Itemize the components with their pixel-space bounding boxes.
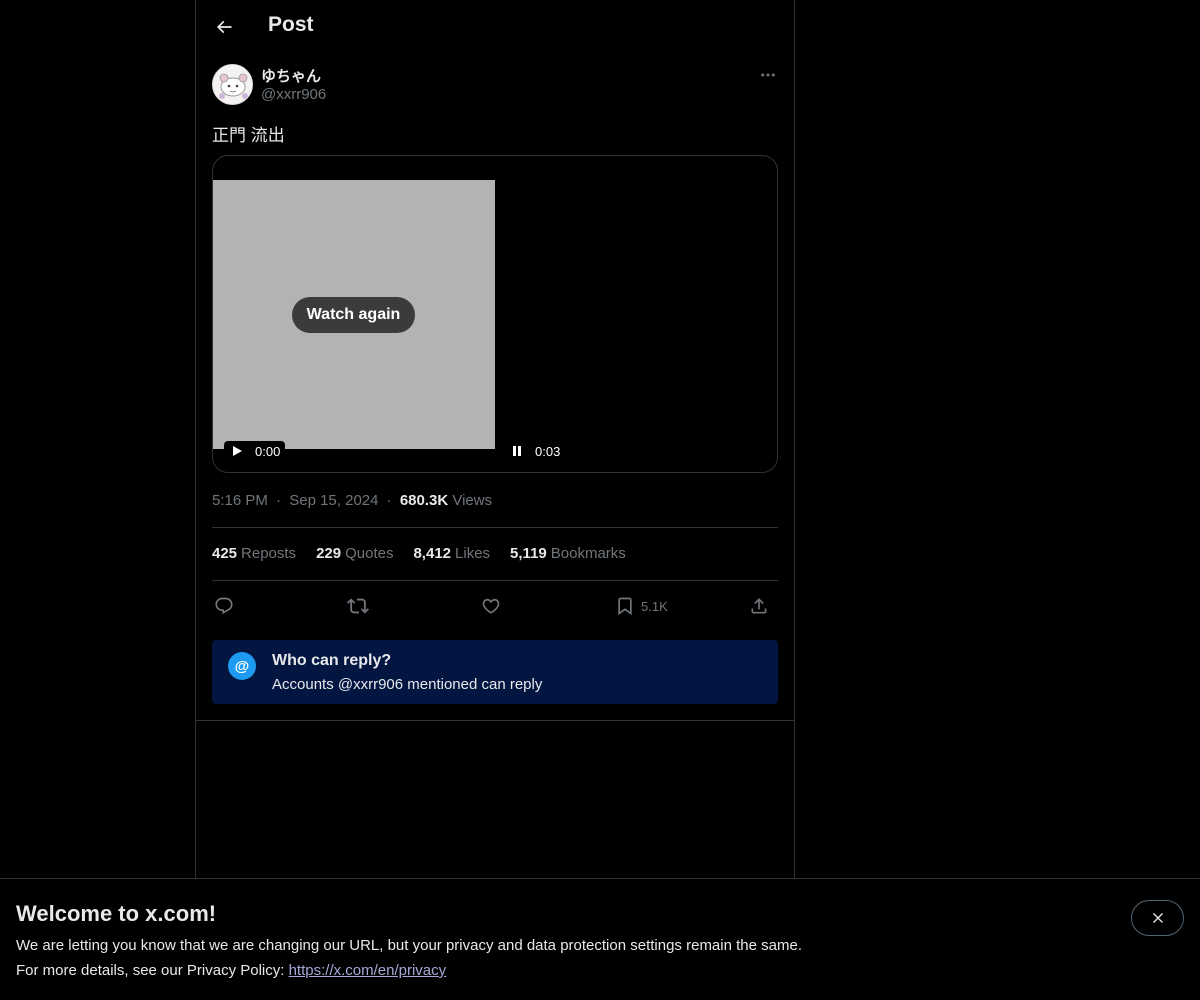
watch-again-button[interactable]: Watch again (292, 297, 415, 333)
bookmark-count: 5.1K (641, 598, 668, 614)
reply-icon (215, 597, 233, 615)
stat-label: Quotes (345, 545, 394, 562)
privacy-policy-link[interactable]: https://x.com/en/privacy (289, 962, 447, 979)
meta-separator: · (276, 492, 282, 509)
banner-text: We are letting you know that we are chan… (16, 937, 802, 954)
avatar[interactable] (212, 64, 253, 105)
banner-title: Welcome to x.com! (16, 901, 217, 926)
video-time-left: 0:00 (255, 443, 281, 459)
like-button[interactable] (481, 593, 501, 619)
avatar-image (213, 65, 252, 104)
repost-icon (347, 598, 369, 614)
stat-likes[interactable]: 8,412 Likes (413, 545, 490, 562)
post-meta: 5:16 PM · Sep 15, 2024 · 680.3K Views (212, 492, 492, 509)
views-count: 680.3K (399, 492, 449, 509)
reply-restriction-title: Who can reply? (272, 652, 392, 669)
pause-icon (513, 446, 521, 456)
video-frame[interactable]: Watch again (213, 180, 495, 449)
share-button[interactable] (749, 593, 769, 619)
repost-button[interactable] (347, 593, 369, 619)
banner-text-privacy: For more details, see our Privacy Policy… (16, 962, 446, 979)
stat-quotes[interactable]: 229 Quotes (316, 545, 393, 562)
stat-reposts[interactable]: 425 Reposts (212, 545, 296, 562)
post-stats: 425 Reposts 229 Quotes 8,412 Likes 5,119 Boo… (212, 545, 626, 562)
video-controls-left: 0:00 (224, 441, 286, 461)
close-icon (1152, 913, 1163, 923)
divider (212, 527, 778, 528)
main-column: Post ゆちゃん @xxrr906 正門 流出 Watch again 0:0… (195, 0, 795, 878)
post-header: Post (196, 0, 794, 54)
bookmark-button[interactable]: 5.1K (615, 593, 668, 619)
display-name[interactable]: ゆちゃん (261, 65, 321, 86)
video-controls-right: 0:03 (509, 441, 560, 461)
views-label: Views (452, 492, 493, 509)
reply-restriction-subtitle: Accounts @xxrr906 mentioned can reply (272, 676, 543, 693)
divider (196, 720, 794, 721)
bookmark-icon (618, 597, 632, 616)
play-icon (233, 446, 242, 456)
pause-button[interactable] (509, 443, 525, 459)
meta-separator: · (386, 492, 392, 509)
play-button[interactable] (229, 443, 245, 459)
post-text: 正門 流出 (212, 126, 285, 145)
user-handle[interactable]: @xxrr906 (261, 86, 326, 103)
stat-count: 5,119 (510, 545, 547, 562)
stat-label: Likes (455, 545, 491, 562)
stat-count: 425 (212, 545, 238, 562)
at-sign-icon: @ (228, 652, 256, 680)
page-title: Post (268, 13, 314, 36)
arrow-left-icon (216, 20, 232, 34)
stat-label: Bookmarks (550, 545, 626, 562)
stat-label: Reposts (241, 545, 297, 562)
back-button[interactable] (208, 11, 240, 43)
banner-close-button[interactable] (1131, 900, 1184, 936)
video-player[interactable]: Watch again 0:00 0:03 (212, 155, 778, 473)
stat-count: 8,412 (413, 545, 452, 562)
welcome-banner: Welcome to x.com! We are letting you kno… (0, 878, 1200, 1000)
reply-restriction-notice: @ Who can reply? Accounts @xxrr906 menti… (212, 640, 778, 704)
divider (212, 580, 778, 581)
post-date[interactable]: Sep 15, 2024 (289, 492, 378, 509)
post-time[interactable]: 5:16 PM (212, 492, 268, 509)
share-icon (751, 598, 767, 614)
banner-privacy-prefix: For more details, see our Privacy Policy… (16, 962, 289, 979)
action-bar: 5.1K (212, 593, 778, 619)
heart-icon (482, 598, 500, 614)
more-button[interactable] (756, 64, 780, 86)
video-time-right: 0:03 (535, 443, 561, 459)
more-horizontal-icon (761, 73, 775, 77)
reply-button[interactable] (214, 593, 234, 619)
stat-count: 229 (316, 545, 342, 562)
stat-bookmarks[interactable]: 5,119 Bookmarks (510, 545, 626, 562)
